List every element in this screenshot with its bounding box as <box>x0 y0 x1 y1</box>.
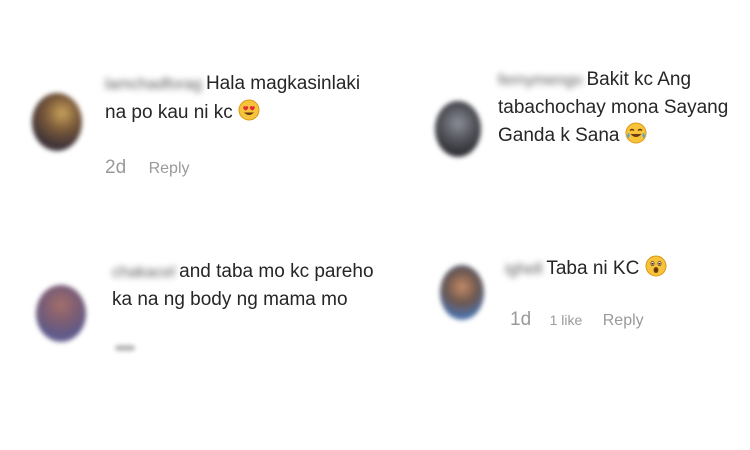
comment-text: ighell Taba ni KC <box>505 255 667 285</box>
comment-text: lamchadforag Hala magkasinlaki <box>105 70 360 98</box>
comment-line: tabachochay mona Sayang <box>498 97 729 118</box>
username[interactable]: chakacel <box>112 259 175 286</box>
comment-text: fernymengo Bakit kc Ang <box>498 66 691 94</box>
comment-line: na po kau ni kc <box>105 102 233 123</box>
avatar[interactable] <box>440 265 484 320</box>
comment-text: tabachochay mona Sayang <box>498 94 728 121</box>
avatar[interactable] <box>36 285 86 342</box>
comment-text: na po kau ni kc <box>105 99 260 129</box>
username[interactable]: fernymengo <box>498 67 583 94</box>
tears-of-joy-emoji-icon <box>625 122 647 152</box>
comment-line: and taba mo kc pareho <box>179 261 374 282</box>
comment-meta: 1d 1 like Reply <box>510 309 644 331</box>
reply-button[interactable]: Reply <box>603 312 644 329</box>
comment-line: Ganda k Sana <box>498 125 620 146</box>
comment-line: ka na ng body ng mama mo <box>112 289 348 310</box>
heart-eyes-emoji-icon <box>238 99 260 129</box>
username[interactable]: lamchadforag <box>105 71 202 98</box>
reply-button[interactable]: Reply <box>149 160 190 177</box>
cropped-meta-row <box>115 345 135 351</box>
comment-text: chakacel and taba mo kc pareho <box>112 258 374 286</box>
timestamp[interactable]: 1d <box>510 309 531 330</box>
username[interactable]: ighell <box>505 256 542 283</box>
timestamp[interactable]: 2d <box>105 157 126 178</box>
comment-meta: 2d Reply <box>105 157 190 179</box>
comment-text: Ganda k Sana <box>498 122 647 152</box>
comment-text: ka na ng body ng mama mo <box>112 286 348 313</box>
avatar[interactable] <box>435 101 481 157</box>
astonished-emoji-icon <box>645 255 667 285</box>
comment-line: Bakit kc Ang <box>586 69 692 90</box>
likes-count[interactable]: 1 like <box>550 312 583 328</box>
comment-line: Taba ni KC <box>546 258 640 279</box>
comment-line: Hala magkasinlaki <box>205 73 361 94</box>
avatar[interactable] <box>32 93 82 151</box>
